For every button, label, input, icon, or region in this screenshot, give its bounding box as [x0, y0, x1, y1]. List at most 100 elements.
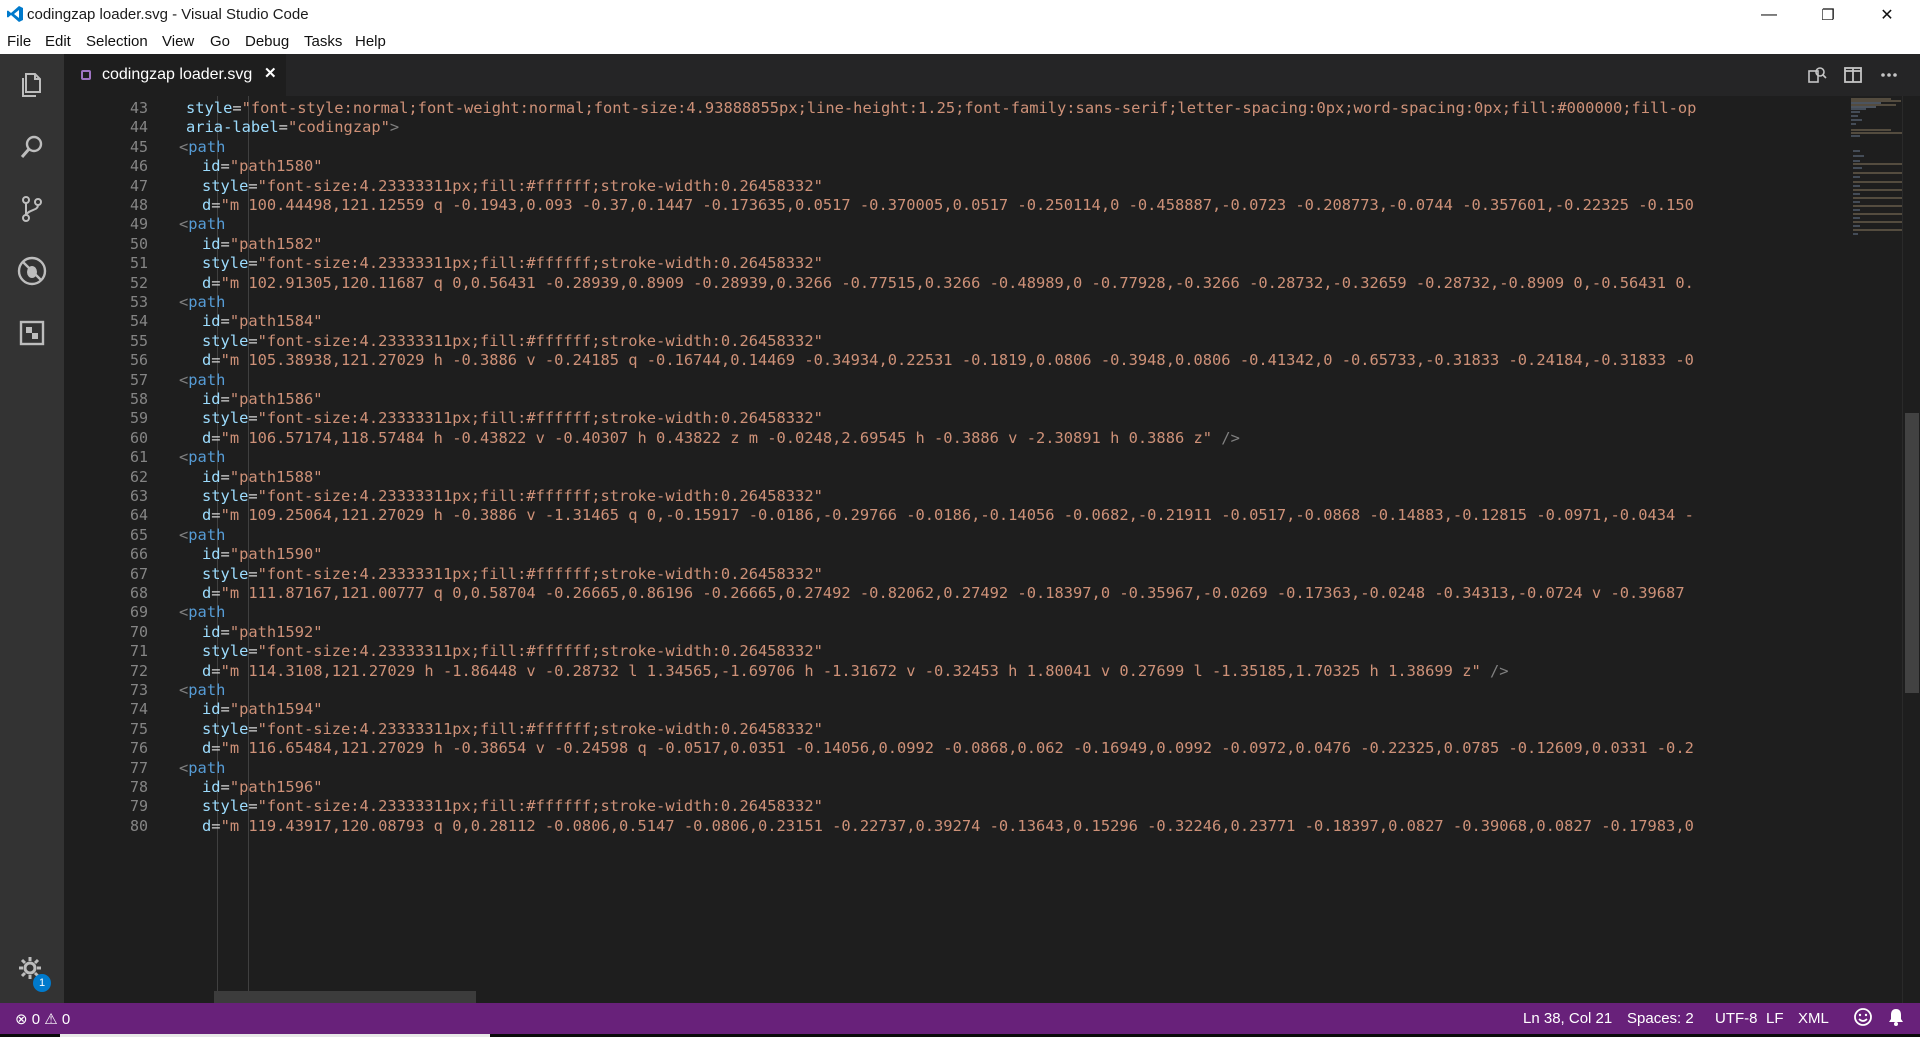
code-editor[interactable]: 43 44 45 46 47 48 49 50 51 52 53 54 55 56 57 58 59 60 61 62… [64, 96, 1920, 1003]
tag-name: path [188, 758, 226, 777]
attribute-name: id [202, 700, 221, 719]
menu-help[interactable]: Help [355, 33, 386, 50]
explorer-icon[interactable] [0, 54, 64, 116]
error-count: 0 [31, 1011, 41, 1028]
attribute-value: "path1592" [229, 622, 323, 641]
tag-bracket: < [179, 137, 189, 156]
attribute-value: "font-style:normal;font-weight:normal;fo… [241, 99, 1697, 117]
menu-selection[interactable]: Selection [86, 33, 148, 50]
eol-indicator[interactable]: LF [1766, 1010, 1784, 1027]
indentation-setting[interactable]: Spaces: 2 [1627, 1010, 1694, 1027]
equals-sign: = [220, 622, 230, 641]
code-line[interactable]: id="path1586" [202, 390, 323, 409]
attribute-name: style [202, 719, 249, 738]
code-line[interactable]: style="font-size:4.23333311px;fill:#ffff… [202, 254, 823, 273]
attribute-name: style [202, 642, 249, 661]
code-line[interactable]: <path [179, 293, 225, 312]
attribute-name: style [202, 487, 249, 505]
menu-tasks[interactable]: Tasks [304, 33, 342, 50]
restore-button[interactable]: ❐ [1799, 0, 1857, 30]
split-editor-icon[interactable] [1841, 63, 1865, 87]
tag-bracket: < [179, 603, 189, 622]
equals-sign: = [211, 428, 221, 447]
code-line[interactable]: d="m 102.91305,120.11687 q 0,0.56431 -0.… [202, 274, 1694, 293]
code-line[interactable]: <path [179, 603, 225, 622]
menu-file[interactable]: File [7, 33, 31, 50]
code-line[interactable]: style="font-size:4.23333311px;fill:#ffff… [202, 565, 823, 584]
attribute-name: d [202, 584, 212, 602]
code-line[interactable]: id="path1584" [202, 312, 323, 331]
debug-icon[interactable] [0, 240, 64, 302]
code-line[interactable]: <path [179, 371, 225, 390]
attribute-name: style [202, 797, 249, 816]
code-line[interactable]: <path [179, 759, 225, 778]
code-line[interactable]: d="m 119.43917,120.08793 q 0,0.28112 -0.… [202, 817, 1694, 836]
equals-sign: = [211, 816, 221, 835]
code-line[interactable]: d="m 114.3108,121.27029 h -1.86448 v -0.… [202, 662, 1509, 681]
status-bar: ⊗ 0 ⚠ 0 Ln 38, Col 21 Spaces: 2 UTF-8 LF… [0, 1003, 1920, 1034]
more-actions-icon[interactable] [1877, 63, 1901, 87]
code-line[interactable]: d="m 109.25064,121.27029 h -0.3886 v -1.… [202, 506, 1694, 525]
tab-close-icon[interactable]: ✕ [264, 64, 277, 82]
code-line[interactable]: id="path1592" [202, 623, 323, 642]
code-line[interactable]: d="m 116.65484,121.27029 h -0.38654 v -0… [202, 739, 1694, 758]
attribute-name: id [202, 234, 221, 253]
menu-edit[interactable]: Edit [45, 33, 71, 50]
code-line[interactable]: id="path1596" [202, 778, 323, 797]
close-button[interactable]: ✕ [1858, 0, 1916, 30]
cursor-position[interactable]: Ln 38, Col 21 [1523, 1010, 1612, 1027]
code-line[interactable]: d="m 105.38938,121.27029 h -0.3886 v -0.… [202, 351, 1694, 370]
problems-indicator[interactable]: ⊗ 0 ⚠ 0 [15, 1010, 70, 1028]
horizontal-scrollbar-thumb[interactable] [214, 991, 476, 1003]
equals-sign: = [211, 351, 221, 370]
editor-tabs: codingzap loader.svg ✕ [64, 54, 1920, 96]
code-line[interactable]: style="font-size:4.23333311px;fill:#ffff… [202, 332, 823, 351]
code-line[interactable]: id="path1588" [202, 468, 323, 487]
open-changes-icon[interactable] [1805, 63, 1829, 87]
settings-gear-icon[interactable]: 1 [0, 939, 64, 1001]
attribute-value: "m 119.43917,120.08793 q 0,0.28112 -0.08… [220, 816, 1694, 835]
code-line[interactable]: d="m 111.87167,121.00777 q 0,0.58704 -0.… [202, 584, 1685, 603]
code-line[interactable]: id="path1594" [202, 700, 323, 719]
window-title: codingzap loader.svg - Visual Studio Cod… [27, 6, 309, 23]
feedback-smiley-icon[interactable] [1853, 1007, 1873, 1031]
code-line[interactable]: aria-label="codingzap"> [186, 118, 399, 137]
language-mode[interactable]: XML [1798, 1010, 1829, 1027]
menu-debug[interactable]: Debug [245, 33, 289, 50]
equals-sign: = [248, 409, 258, 428]
code-line[interactable]: id="path1590" [202, 545, 323, 564]
code-line[interactable]: style="font-size:4.23333311px;fill:#ffff… [202, 409, 823, 428]
code-line[interactable]: <path [179, 526, 225, 545]
code-line[interactable]: <path [179, 681, 225, 700]
code-line[interactable]: id="path1582" [202, 235, 323, 254]
menu-view[interactable]: View [162, 33, 194, 50]
code-line[interactable]: style="font-size:4.23333311px;fill:#ffff… [202, 487, 823, 506]
minimize-button[interactable]: — [1740, 0, 1798, 30]
code-line[interactable]: <path [179, 215, 225, 234]
code-line[interactable]: style="font-style:normal;font-weight:nor… [186, 99, 1696, 118]
vertical-scrollbar-thumb[interactable] [1905, 413, 1919, 693]
code-line[interactable]: style="font-size:4.23333311px;fill:#ffff… [202, 642, 823, 661]
code-line[interactable]: style="font-size:4.23333311px;fill:#ffff… [202, 797, 823, 816]
notifications-bell-icon[interactable] [1886, 1007, 1906, 1031]
attribute-value: "font-size:4.23333311px;fill:#ffffff;str… [257, 409, 823, 428]
code-line[interactable]: id="path1580" [202, 157, 323, 176]
code-lines[interactable]: style="font-style:normal;font-weight:nor… [152, 96, 1846, 1003]
code-line[interactable]: <path [179, 138, 225, 157]
line-number-gutter: 43 44 45 46 47 48 49 50 51 52 53 54 55 56 57 58 59 60 61 62… [64, 96, 152, 1003]
tag-name: path [188, 215, 226, 234]
equals-sign: = [248, 487, 258, 505]
warning-icon: ⚠ [44, 1011, 58, 1028]
menu-go[interactable]: Go [210, 33, 230, 50]
search-icon[interactable] [0, 116, 64, 178]
code-line[interactable]: style="font-size:4.23333311px;fill:#ffff… [202, 177, 823, 196]
encoding-indicator[interactable]: UTF-8 [1715, 1010, 1758, 1027]
code-line[interactable]: d="m 106.57174,118.57484 h -0.43822 v -0… [202, 429, 1240, 448]
code-line[interactable]: d="m 100.44498,121.12559 q -0.1943,0.093… [202, 196, 1694, 215]
code-line[interactable]: style="font-size:4.23333311px;fill:#ffff… [202, 720, 823, 739]
tab-codingzap-loader-svg[interactable]: codingzap loader.svg ✕ [64, 54, 286, 96]
code-line[interactable]: <path [179, 448, 225, 467]
extensions-icon[interactable] [0, 302, 64, 364]
line-number: 80 [129, 816, 148, 835]
source-control-icon[interactable] [0, 178, 64, 240]
